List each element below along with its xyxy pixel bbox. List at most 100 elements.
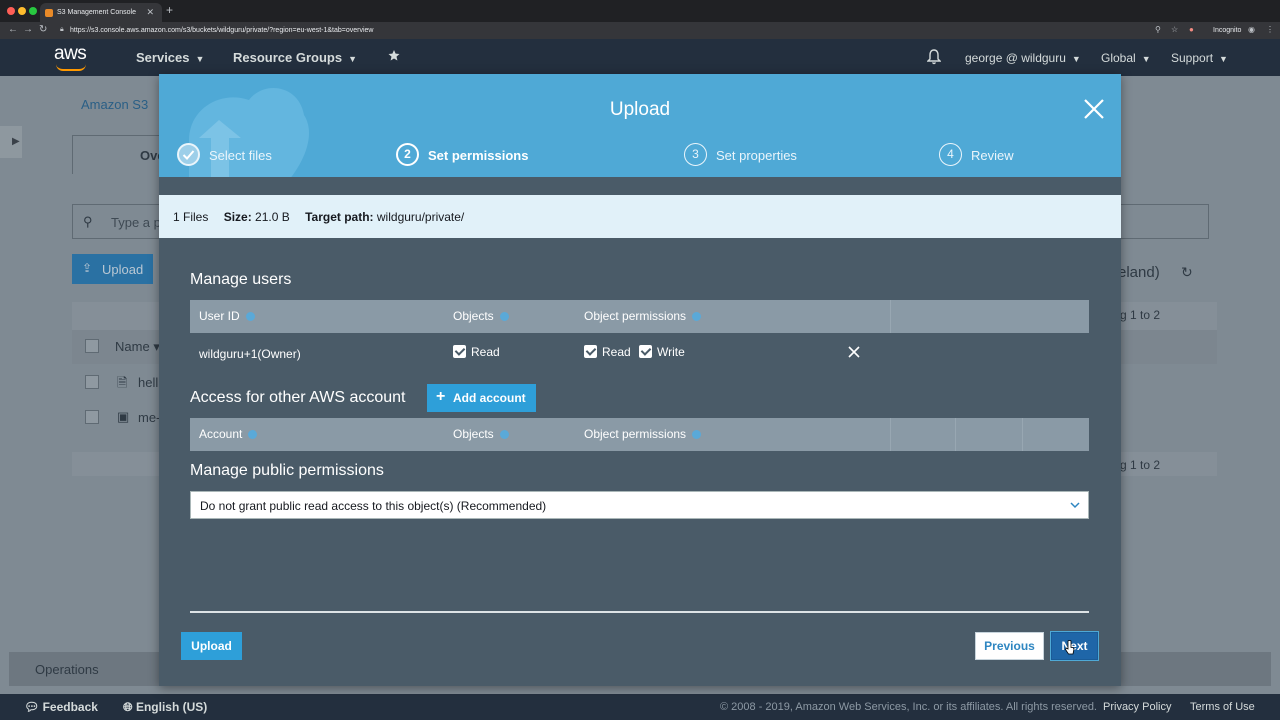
minimize-window-button[interactable] — [18, 7, 26, 15]
row-checkbox[interactable] — [85, 410, 99, 424]
browser-toolbar: ← → ↻ 🔒︎ https://s3.console.aws.amazon.c… — [0, 22, 1280, 39]
step-label: Set properties — [716, 148, 797, 163]
upload-button[interactable]: Upload — [181, 632, 242, 660]
back-arrow-icon[interactable]: ← — [8, 24, 18, 35]
address-bar-url: https://s3.console.aws.amazon.com/s3/buc… — [70, 27, 374, 34]
notifications-bell-icon[interactable] — [926, 49, 942, 68]
bookmark-star-icon[interactable]: ☆ — [1171, 25, 1178, 34]
public-permissions-value: Do not grant public read access to this … — [200, 499, 547, 513]
chevron-down-icon: ▼ — [195, 54, 205, 64]
perm-read-label: Read — [602, 345, 631, 359]
step-select-files[interactable]: Select files — [177, 143, 272, 167]
select-all-checkbox[interactable] — [85, 339, 99, 353]
name-column-header[interactable]: Name ▾ — [115, 339, 160, 355]
forward-arrow-icon[interactable]: → — [23, 24, 33, 35]
perm-read-checkbox[interactable]: Read — [584, 345, 631, 359]
language-label: English (US) — [135, 700, 208, 714]
account-menu[interactable]: george @ wildguru ▼ — [965, 51, 1081, 65]
breadcrumb[interactable]: Amazon S3 — [81, 97, 148, 112]
add-account-button[interactable]: + Add account — [427, 384, 536, 412]
background-upload-label: Upload — [102, 262, 144, 277]
privacy-policy-link[interactable]: Privacy Policy — [1103, 701, 1171, 713]
info-icon[interactable] — [499, 312, 509, 321]
info-icon[interactable] — [245, 312, 255, 321]
new-tab-button[interactable]: + — [166, 3, 173, 17]
address-bar[interactable]: 🔒︎ https://s3.console.aws.amazon.com/s3/… — [58, 23, 1198, 38]
resource-groups-label: Resource Groups — [233, 50, 343, 65]
extension-icon[interactable]: ● — [1189, 25, 1194, 34]
info-icon[interactable] — [692, 312, 702, 321]
region-menu[interactable]: Global ▼ — [1101, 51, 1151, 65]
pin-icon[interactable] — [388, 50, 400, 65]
object-permissions-column: Object permissions — [584, 427, 702, 441]
feedback-icon: 💬︎ — [24, 700, 40, 714]
public-permissions-heading: Manage public permissions — [190, 462, 384, 479]
step-review[interactable]: 4 Review — [939, 143, 1014, 167]
size-label: Size: — [223, 210, 252, 224]
step-number: 4 — [939, 143, 962, 166]
s3-favicon-icon — [45, 9, 53, 17]
tab-close-icon[interactable]: ✕ — [146, 7, 154, 18]
step-number: 2 — [396, 143, 419, 166]
sidebar-toggle-icon[interactable]: ▶ — [0, 126, 22, 158]
chevron-down-icon: ▼ — [1141, 54, 1151, 64]
maximize-window-button[interactable] — [29, 7, 37, 15]
perm-write-checkbox[interactable]: Write — [639, 345, 685, 359]
object-permissions-label: Object permissions — [584, 309, 687, 323]
globe-icon: 🌐︎ — [123, 700, 133, 714]
background-upload-button[interactable]: ⇪ Upload — [72, 254, 153, 284]
info-icon[interactable] — [692, 430, 702, 439]
user-id-cell: wildguru+1(Owner) — [199, 347, 301, 361]
feedback-label: Feedback — [42, 700, 98, 714]
upload-modal: Upload Select files 2 Set permissions 3 … — [159, 74, 1121, 686]
file-name[interactable]: me- — [138, 410, 160, 425]
aws-logo[interactable]: aws — [54, 43, 87, 65]
target-path-value: wildguru/private/ — [376, 210, 465, 224]
file-count: 1 Files — [173, 210, 209, 224]
checkbox-checked-icon — [639, 345, 652, 358]
browser-menu-icon[interactable]: ⋮ — [1266, 25, 1274, 34]
account-label: Account — [199, 427, 243, 441]
refresh-icon[interactable]: ↻ — [1181, 264, 1193, 281]
previous-button[interactable]: Previous — [975, 632, 1044, 660]
lock-icon: 🔒︎ — [60, 26, 64, 33]
manage-users-heading: Manage users — [190, 271, 292, 288]
objects-read-checkbox[interactable]: Read — [453, 345, 500, 359]
step-set-permissions[interactable]: 2 Set permissions — [396, 143, 528, 167]
remove-user-close-icon[interactable] — [847, 345, 861, 359]
resource-groups-menu[interactable]: Resource Groups ▼ — [233, 50, 357, 65]
column-divider — [1022, 418, 1023, 451]
console-footer: 💬︎ Feedback 🌐︎ English (US) © 2008 - 201… — [0, 694, 1280, 720]
public-permissions-select[interactable]: Do not grant public read access to this … — [190, 491, 1089, 519]
support-menu[interactable]: Support ▼ — [1171, 51, 1228, 65]
column-divider — [890, 418, 891, 451]
step-set-properties[interactable]: 3 Set properties — [684, 143, 797, 167]
services-menu[interactable]: Services ▼ — [136, 50, 204, 65]
file-name[interactable]: hell — [138, 375, 158, 390]
upload-icon: ⇪ — [82, 261, 93, 275]
incognito-icon[interactable]: ◉ — [1248, 25, 1255, 34]
close-icon[interactable] — [1083, 98, 1105, 120]
checkbox-checked-icon — [584, 345, 597, 358]
copyright-text: © 2008 - 2019, Amazon Web Services, Inc.… — [720, 701, 1097, 713]
reload-icon[interactable]: ↻ — [39, 24, 47, 35]
support-label: Support — [1171, 51, 1214, 65]
row-checkbox[interactable] — [85, 375, 99, 389]
info-icon[interactable] — [248, 430, 258, 439]
user-id-column: User ID — [199, 309, 255, 323]
tab-overview[interactable]: Ove — [72, 135, 165, 174]
zoom-icon[interactable]: ⚲ — [1155, 25, 1161, 34]
user-id-label: User ID — [199, 309, 240, 323]
column-divider — [955, 418, 956, 451]
viewing-count: g 1 to 2 — [1120, 308, 1161, 322]
step-label: Set permissions — [428, 148, 529, 163]
language-selector[interactable]: 🌐︎ English (US) — [123, 700, 207, 715]
browser-tab[interactable]: S3 Management Console ✕ — [40, 3, 162, 22]
close-window-button[interactable] — [7, 7, 15, 15]
terms-of-use-link[interactable]: Terms of Use — [1190, 701, 1255, 713]
perm-write-label: Write — [657, 345, 685, 359]
feedback-link[interactable]: 💬︎ Feedback — [24, 700, 98, 714]
search-icon: ⚲ — [83, 214, 93, 229]
object-permissions-column: Object permissions — [584, 309, 702, 323]
info-icon[interactable] — [499, 430, 509, 439]
